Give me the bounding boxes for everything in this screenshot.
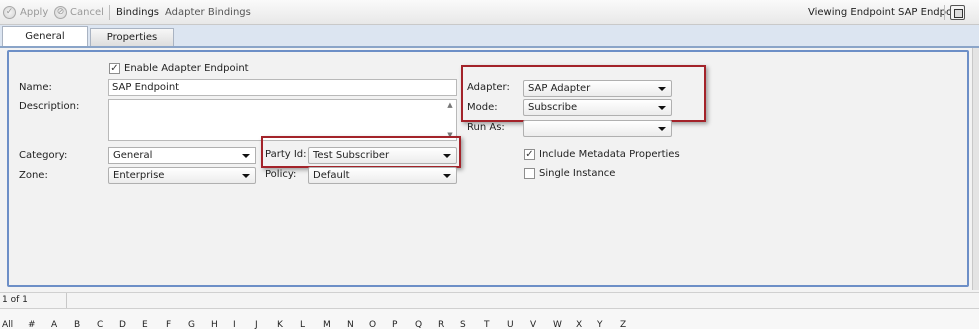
chevron-down-icon	[443, 174, 451, 178]
alphabet-filter-x[interactable]: X	[576, 320, 582, 329]
name-field[interactable]: SAP Endpoint	[108, 79, 457, 96]
alphabet-filter-g[interactable]: G	[188, 320, 195, 329]
apply-check-icon: ✓	[3, 6, 16, 19]
alphabet-filter-l[interactable]: L	[300, 320, 305, 329]
pager-separator	[66, 293, 67, 308]
alphabet-filter-v[interactable]: V	[530, 320, 536, 329]
alphabet-filter-o[interactable]: O	[369, 320, 376, 329]
alphabet-filter-n[interactable]: N	[347, 320, 354, 329]
tab-properties[interactable]: Properties	[90, 28, 174, 47]
alphabet-filter-d[interactable]: D	[119, 320, 126, 329]
alphabet-filter-c[interactable]: C	[97, 320, 103, 329]
chevron-down-icon	[658, 127, 666, 131]
alphabet-filter-all[interactable]: All	[2, 320, 13, 329]
zone-select[interactable]: Enterprise	[108, 167, 256, 184]
alphabet-filter-a[interactable]: A	[51, 320, 57, 329]
status-text: Viewing Endpoint SAP Endpoint	[808, 7, 966, 18]
chevron-down-icon	[242, 174, 250, 178]
alphabet-filter-m[interactable]: M	[323, 320, 331, 329]
tab-strip: General Properties	[0, 25, 979, 48]
run-as-select[interactable]	[523, 120, 672, 137]
adapter-bindings-button[interactable]: Adapter Bindings	[165, 6, 251, 19]
scroll-up-icon[interactable]: ▲	[446, 101, 454, 109]
alphabet-filter-e[interactable]: E	[142, 320, 148, 329]
tab-divider	[0, 46, 979, 48]
alphabet-filter-r[interactable]: R	[438, 320, 444, 329]
alphabet-filter-u[interactable]: U	[507, 320, 514, 329]
tab-general[interactable]: General	[2, 26, 88, 48]
run-as-label: Run As:	[467, 122, 505, 133]
alphabet-filter-number[interactable]: #	[28, 320, 36, 329]
pager-text: 1 of 1	[2, 295, 28, 305]
toolbar: ✓ Apply ⊘ Cancel Bindings Adapter Bindin…	[0, 0, 979, 25]
category-value: General	[113, 150, 153, 161]
maximize-icon[interactable]	[950, 5, 965, 20]
adapter-mode-highlight	[461, 65, 706, 122]
policy-value: Default	[313, 170, 350, 181]
bindings-button[interactable]: Bindings	[116, 6, 159, 19]
category-label: Category:	[19, 150, 68, 161]
alphabet-filter-p[interactable]: P	[392, 320, 397, 329]
alphabet-filter-s[interactable]: S	[460, 320, 466, 329]
include-metadata-checkbox[interactable]: ✓	[524, 149, 535, 160]
policy-select[interactable]: Default	[308, 167, 457, 184]
alphabet-filter-k[interactable]: K	[277, 320, 283, 329]
alphabet-filter-b[interactable]: B	[74, 320, 80, 329]
description-field[interactable]: ▲ ▼	[108, 99, 457, 141]
cancel-button[interactable]: Cancel	[70, 6, 104, 19]
include-metadata-label: Include Metadata Properties	[539, 149, 680, 160]
toolbar-separator	[944, 5, 945, 20]
policy-label: Policy:	[265, 169, 297, 180]
alphabet-filter-t[interactable]: T	[484, 320, 490, 329]
description-label: Description:	[19, 101, 80, 112]
toolbar-separator	[109, 5, 110, 20]
alphabet-filter-f[interactable]: F	[166, 320, 171, 329]
vertical-scrollbar[interactable]	[972, 48, 979, 290]
pager-bar	[0, 292, 979, 309]
single-instance-checkbox[interactable]	[524, 168, 535, 179]
alphabet-filter-j[interactable]: J	[255, 320, 258, 329]
alphabet-filter-z[interactable]: Z	[620, 320, 626, 329]
alphabet-filter-y[interactable]: Y	[597, 320, 603, 329]
party-id-highlight	[261, 136, 461, 168]
alphabet-filter-h[interactable]: H	[211, 320, 218, 329]
zone-value: Enterprise	[113, 170, 165, 181]
cancel-icon: ⊘	[54, 6, 67, 19]
enable-adapter-label: Enable Adapter Endpoint	[124, 63, 249, 74]
name-label: Name:	[19, 82, 52, 93]
alphabet-filter-w[interactable]: W	[553, 320, 562, 329]
alphabet-filter-q[interactable]: Q	[415, 320, 422, 329]
category-select[interactable]: General	[108, 147, 256, 164]
single-instance-label: Single Instance	[539, 168, 616, 179]
enable-adapter-checkbox[interactable]: ✓	[109, 63, 120, 74]
zone-label: Zone:	[19, 170, 48, 181]
alphabet-filter-i[interactable]: I	[233, 320, 236, 329]
chevron-down-icon	[242, 154, 250, 158]
apply-button[interactable]: Apply	[20, 6, 48, 19]
